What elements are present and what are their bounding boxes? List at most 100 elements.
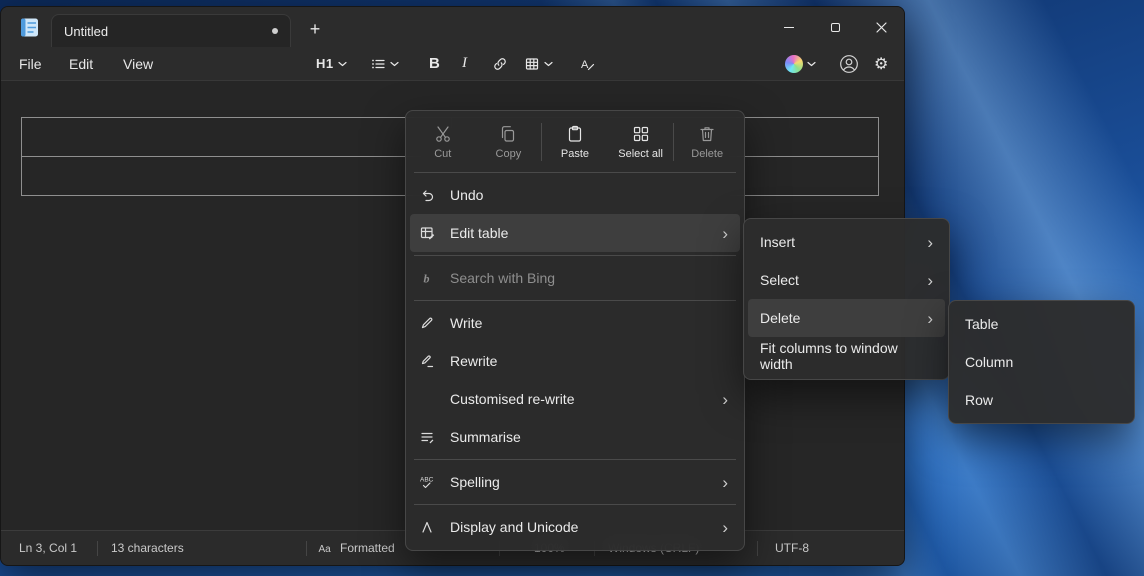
menu-toolbar: File Edit View H1 B I (1, 47, 904, 81)
titlebar[interactable]: Untitled + (1, 7, 904, 47)
menu-item-display-and-unicode[interactable]: Display and Unicode › (410, 508, 740, 546)
bing-icon: b (419, 270, 435, 286)
submenu-item-delete-table[interactable]: Table (953, 305, 1130, 343)
menu-item-edit-table[interactable]: Edit table › (410, 214, 740, 252)
chevron-down-icon (338, 61, 347, 67)
table-dropdown[interactable] (519, 50, 558, 77)
copy-button[interactable]: Copy (476, 115, 542, 169)
desktop-wallpaper: Untitled + File Edit View H1 (0, 0, 1144, 576)
character-count: 13 characters (111, 531, 184, 565)
link-icon (492, 56, 508, 72)
chevron-down-icon (544, 61, 553, 67)
clear-formatting-icon: A (579, 56, 595, 72)
chevron-down-icon (390, 61, 399, 67)
menu-item-label: Summarise (450, 429, 521, 445)
menu-item-label: Row (965, 392, 993, 408)
close-icon (876, 22, 887, 33)
menu-item-label: Column (965, 354, 1013, 370)
menu-item-label: Customised re-write (450, 391, 574, 407)
menu-file[interactable]: File (9, 51, 52, 76)
menu-item-label: Table (965, 316, 998, 332)
insert-link-button[interactable] (487, 50, 513, 77)
menu-item-label: Insert (760, 234, 795, 250)
caption-buttons (766, 7, 904, 47)
heading-style-dropdown[interactable]: H1 (311, 50, 352, 77)
menu-view[interactable]: View (113, 51, 163, 76)
submenu-item-insert[interactable]: Insert › (748, 223, 945, 261)
submenu-item-delete-row[interactable]: Row (953, 381, 1130, 419)
cut-icon (433, 124, 453, 144)
unsaved-indicator-icon (272, 28, 278, 34)
menu-item-label: Spelling (450, 474, 500, 490)
menu-item-search-with-bing[interactable]: b Search with Bing (410, 259, 740, 297)
menu-divider (414, 459, 736, 460)
account-button[interactable] (834, 50, 864, 77)
table-icon (524, 56, 540, 72)
paste-icon (565, 124, 585, 144)
copy-label: Copy (496, 148, 522, 160)
account-icon (839, 54, 859, 74)
menu-item-label: Undo (450, 187, 483, 203)
menu-item-spelling[interactable]: ABC Spelling › (410, 463, 740, 501)
cut-button[interactable]: Cut (410, 115, 476, 169)
list-style-dropdown[interactable] (365, 50, 404, 77)
menu-item-rewrite[interactable]: Rewrite (410, 342, 740, 380)
menu-divider (414, 504, 736, 505)
menu-divider (414, 300, 736, 301)
minimize-button[interactable] (766, 7, 812, 47)
rewrite-icon (419, 353, 435, 369)
chevron-right-icon: › (927, 310, 933, 327)
submenu-item-delete-column[interactable]: Column (953, 343, 1130, 381)
edit-table-submenu: Insert › Select › Delete › Fit columns t… (743, 218, 950, 380)
paste-button[interactable]: Paste (542, 115, 608, 169)
formatting-mode[interactable]: Aa Formatted (318, 531, 395, 565)
delete-label: Delete (691, 148, 723, 160)
menu-edit[interactable]: Edit (59, 51, 103, 76)
delete-submenu: Table Column Row (948, 300, 1135, 424)
encoding: UTF-8 (775, 531, 809, 565)
delete-button[interactable]: Delete (674, 115, 740, 169)
copilot-icon (785, 55, 803, 73)
menu-item-summarise[interactable]: Summarise (410, 418, 740, 456)
menu-item-label: Delete (760, 310, 800, 326)
bold-button[interactable]: B (424, 50, 445, 77)
chevron-right-icon: › (927, 234, 933, 251)
submenu-item-delete[interactable]: Delete › (748, 299, 945, 337)
menu-item-label: Fit columns to window width (760, 340, 933, 372)
menu-item-undo[interactable]: Undo (410, 176, 740, 214)
tab-title: Untitled (64, 24, 108, 39)
italic-button[interactable]: I (457, 50, 472, 77)
svg-text:Aa: Aa (319, 544, 332, 555)
clear-formatting-button[interactable]: A (574, 50, 600, 77)
copilot-dropdown[interactable] (780, 50, 821, 77)
statusbar-divider (757, 541, 758, 556)
svg-text:b: b (424, 272, 430, 286)
submenu-item-select[interactable]: Select › (748, 261, 945, 299)
italic-icon: I (462, 55, 467, 72)
minimize-icon (784, 27, 794, 28)
maximize-icon (831, 23, 840, 32)
context-menu-action-row: Cut Copy Paste (410, 115, 740, 169)
chevron-right-icon: › (722, 225, 728, 242)
chevron-right-icon: › (722, 519, 728, 536)
statusbar-divider (306, 541, 307, 556)
context-menu: Cut Copy Paste (405, 110, 745, 551)
select-all-label: Select all (618, 148, 663, 160)
tab-untitled[interactable]: Untitled (51, 14, 291, 47)
display-unicode-icon (419, 519, 435, 535)
maximize-button[interactable] (812, 7, 858, 47)
select-all-button[interactable]: Select all (608, 115, 674, 169)
menu-item-write[interactable]: Write (410, 304, 740, 342)
notepad-app-icon (19, 17, 40, 38)
select-all-icon (631, 124, 651, 144)
formatting-mode-label: Formatted (340, 541, 395, 555)
menu-item-label: Edit table (450, 225, 508, 241)
submenu-item-fit-columns[interactable]: Fit columns to window width (748, 337, 945, 375)
close-button[interactable] (858, 7, 904, 47)
menu-item-customised-rewrite[interactable]: Customised re-write › (410, 380, 740, 418)
menu-item-label: Search with Bing (450, 270, 555, 286)
chevron-down-icon (807, 61, 816, 67)
heading-style-label: H1 (316, 56, 334, 71)
settings-button[interactable]: ⚙ (869, 50, 893, 77)
new-tab-button[interactable]: + (300, 15, 330, 42)
